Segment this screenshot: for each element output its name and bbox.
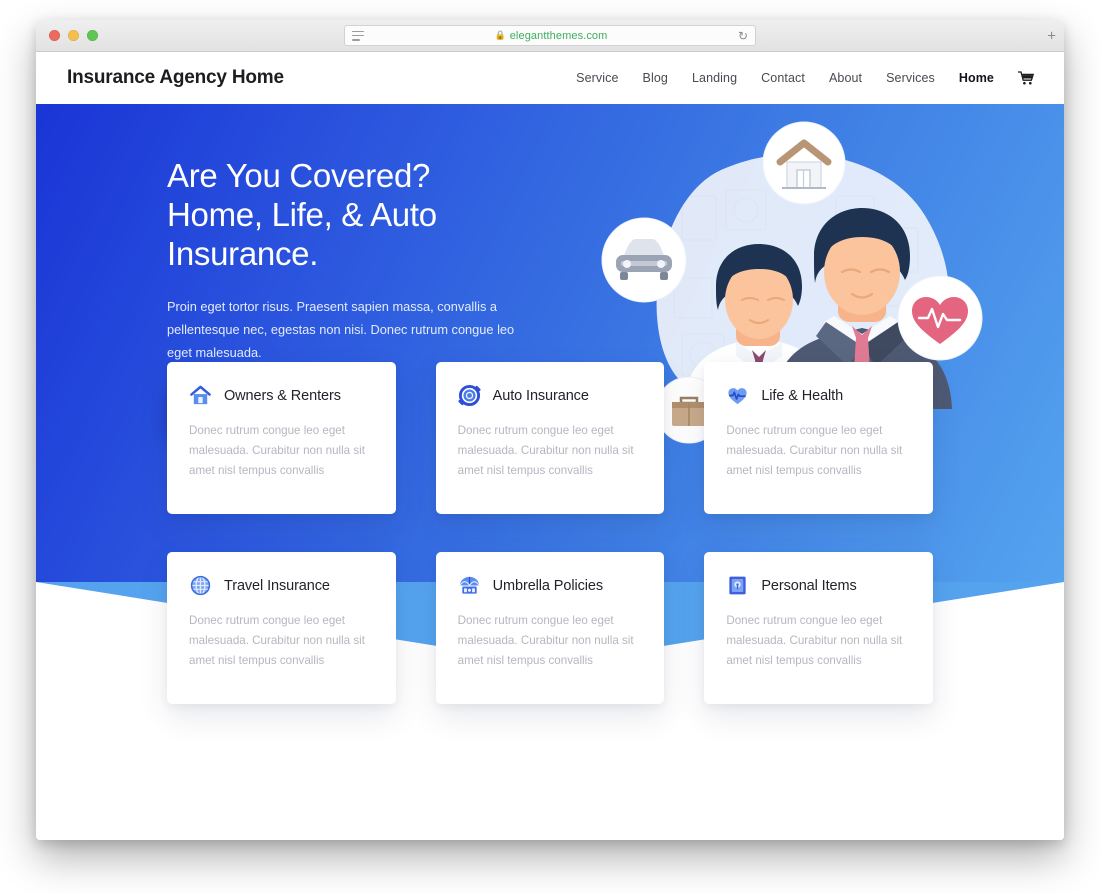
card-body: Donec rutrum congue leo eget malesuada. … [189, 614, 365, 667]
hero-title-line-2: Home, Life, & Auto [167, 196, 437, 233]
service-card-auto-insurance[interactable]: Auto Insurance Donec rutrum congue leo e… [435, 362, 665, 514]
card-body: Donec rutrum congue leo eget malesuada. … [189, 424, 365, 477]
service-card-umbrella-policies[interactable]: Umbrella Policies Donec rutrum congue le… [435, 552, 665, 704]
card-body: Donec rutrum congue leo eget malesuada. … [726, 614, 903, 667]
card-header: Umbrella Policies [458, 574, 641, 597]
close-window-button[interactable] [49, 30, 60, 41]
service-card-travel-insurance[interactable]: Travel Insurance Donec rutrum congue leo… [167, 552, 396, 704]
lock-icon: 🔒 [494, 30, 506, 40]
umbrella-icon [458, 574, 481, 597]
address-bar-content: 🔒 elegantthemes.com [364, 30, 738, 42]
card-title: Life & Health [761, 387, 844, 404]
card-header: Life & Health [726, 384, 909, 407]
services-cards-grid: Owners & Renters Donec rutrum congue leo… [167, 362, 933, 704]
site-navigation: Insurance Agency Home Service Blog Landi… [36, 52, 1064, 104]
nav-item-home[interactable]: Home [947, 71, 1006, 85]
site-viewport: Insurance Agency Home Service Blog Landi… [36, 52, 1064, 840]
window-controls [36, 30, 98, 41]
minimize-window-button[interactable] [68, 30, 79, 41]
personal-items-icon [726, 574, 749, 597]
hero-title: Are You Covered? Home, Life, & Auto Insu… [167, 156, 547, 273]
nav-links: Service Blog Landing Contact About Servi… [564, 71, 1034, 85]
nav-item-about[interactable]: About [817, 71, 874, 85]
card-header: Owners & Renters [189, 384, 372, 407]
shopping-cart-icon[interactable] [1006, 71, 1034, 85]
card-title: Auto Insurance [492, 387, 589, 404]
card-title: Personal Items [761, 577, 857, 594]
services-cards-section: Owners & Renters Donec rutrum congue leo… [36, 362, 1064, 704]
nav-item-landing[interactable]: Landing [680, 71, 749, 85]
auto-circle-icon [458, 384, 481, 407]
new-tab-button[interactable]: + [1047, 28, 1056, 43]
hero-title-line-1: Are You Covered? [167, 157, 431, 194]
nav-item-service[interactable]: Service [564, 71, 630, 85]
globe-icon [189, 574, 212, 597]
card-body: Donec rutrum congue leo eget malesuada. … [726, 424, 903, 477]
address-bar[interactable]: 🔒 elegantthemes.com ↻ [344, 25, 756, 46]
url-text: elegantthemes.com [509, 29, 608, 42]
heart-pulse-icon [726, 384, 749, 407]
card-header: Personal Items [726, 574, 909, 597]
card-body: Donec rutrum congue leo eget malesuada. … [457, 424, 634, 477]
nav-item-blog[interactable]: Blog [631, 71, 680, 85]
page-root: 🔒 elegantthemes.com ↻ + Insurance Agency… [0, 0, 1100, 894]
browser-window: 🔒 elegantthemes.com ↻ + Insurance Agency… [36, 20, 1064, 840]
service-card-owners-renters[interactable]: Owners & Renters Donec rutrum congue leo… [167, 362, 396, 514]
zoom-window-button[interactable] [87, 30, 98, 41]
nav-item-services[interactable]: Services [874, 71, 947, 85]
house-icon [189, 384, 212, 407]
card-header: Auto Insurance [458, 384, 641, 407]
service-card-life-health[interactable]: Life & Health Donec rutrum congue leo eg… [704, 362, 933, 514]
site-brand[interactable]: Insurance Agency Home [67, 67, 284, 89]
card-title: Owners & Renters [224, 387, 341, 404]
card-title: Umbrella Policies [492, 577, 603, 594]
browser-chrome-bar: 🔒 elegantthemes.com ↻ + [36, 20, 1064, 52]
card-header: Travel Insurance [189, 574, 372, 597]
card-title: Travel Insurance [224, 577, 330, 594]
hero-title-line-3: Insurance. [167, 235, 319, 272]
reader-view-icon[interactable] [352, 30, 364, 41]
card-body: Donec rutrum congue leo eget malesuada. … [457, 614, 634, 667]
hero-paragraph: Proin eget tortor risus. Praesent sapien… [167, 299, 515, 360]
nav-item-contact[interactable]: Contact [749, 71, 817, 85]
reload-icon[interactable]: ↻ [738, 30, 748, 42]
service-card-personal-items[interactable]: Personal Items Donec rutrum congue leo e… [704, 552, 933, 704]
